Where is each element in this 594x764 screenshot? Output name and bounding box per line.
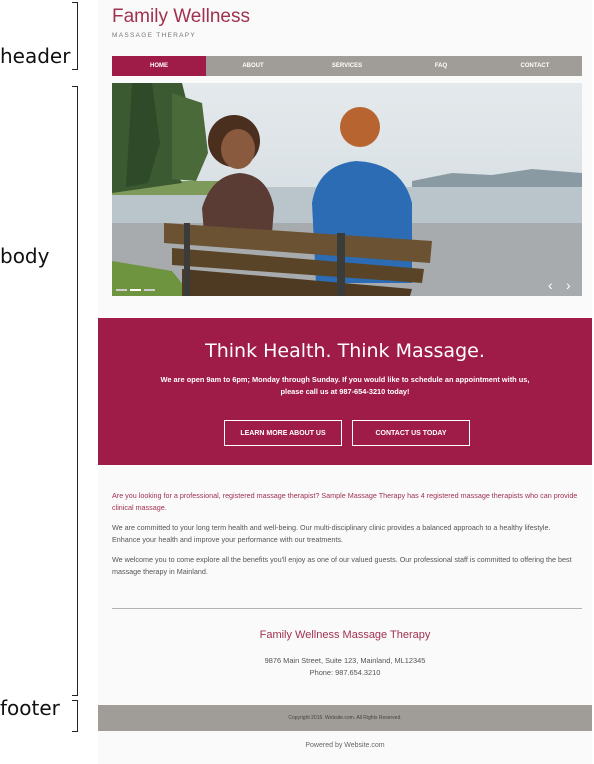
body-annotation: body [0,244,50,268]
hero-slideshow[interactable]: ‹ › [112,83,582,296]
learn-more-button[interactable]: LEARN MORE ABOUT US [224,420,342,446]
intro-paragraph: We are committed to your long term healt… [112,523,551,544]
nav-contact[interactable]: CONTACT [488,56,582,76]
contact-us-button[interactable]: CONTACT US TODAY [352,420,470,446]
slide-dot[interactable] [144,289,155,291]
header-annotation: header [0,44,71,68]
slide-indicators [116,289,155,291]
business-address: 9876 Main Street, Suite 123, Mainland, M… [98,655,592,679]
cta-banner: Think Health. Think Massage. We are open… [98,318,592,465]
nav-about[interactable]: ABOUT [206,56,300,76]
nav-services[interactable]: SERVICES [300,56,394,76]
banner-title: Think Health. Think Massage. [205,340,485,362]
business-name: Family Wellness Massage Therapy [259,629,431,641]
address-line: 9876 Main Street, Suite 123, Mainland, M… [264,656,426,665]
intro-lead: Are you looking for a professional, regi… [112,491,578,512]
next-arrow-icon[interactable]: › [566,277,571,293]
footer-bar: Copyright 2016. Website.com. All Rights … [98,705,592,731]
body-bracket [72,86,78,696]
intro-content: Are you looking for a professional, regi… [112,490,578,586]
copyright-text: Copyright 2016. Website.com. All Rights … [288,715,402,721]
divider [112,608,582,609]
site-tagline: MASSAGE THERAPY [112,32,197,39]
phone-line: Phone: 987.654.3210 [309,668,381,677]
footer-bracket [72,700,78,732]
main-nav: HOME ABOUT SERVICES FAQ CONTACT [112,56,582,76]
website: Family Wellness MASSAGE THERAPY HOME ABO… [98,0,592,764]
prev-arrow-icon[interactable]: ‹ [548,277,553,293]
hero-photo [112,83,582,296]
footer-annotation: footer [0,696,60,720]
header-bracket [72,2,78,70]
nav-home[interactable]: HOME [112,56,206,76]
intro-paragraph: We welcome you to come explore all the b… [112,555,572,576]
site-logo[interactable]: Family Wellness [112,6,250,28]
banner-text: We are open 9am to 6pm; Monday through S… [160,375,530,396]
powered-by-link[interactable]: Powered by Website.com [98,742,592,749]
slide-dot[interactable] [116,289,127,291]
slide-dot[interactable] [130,289,141,291]
nav-faq[interactable]: FAQ [394,56,488,76]
